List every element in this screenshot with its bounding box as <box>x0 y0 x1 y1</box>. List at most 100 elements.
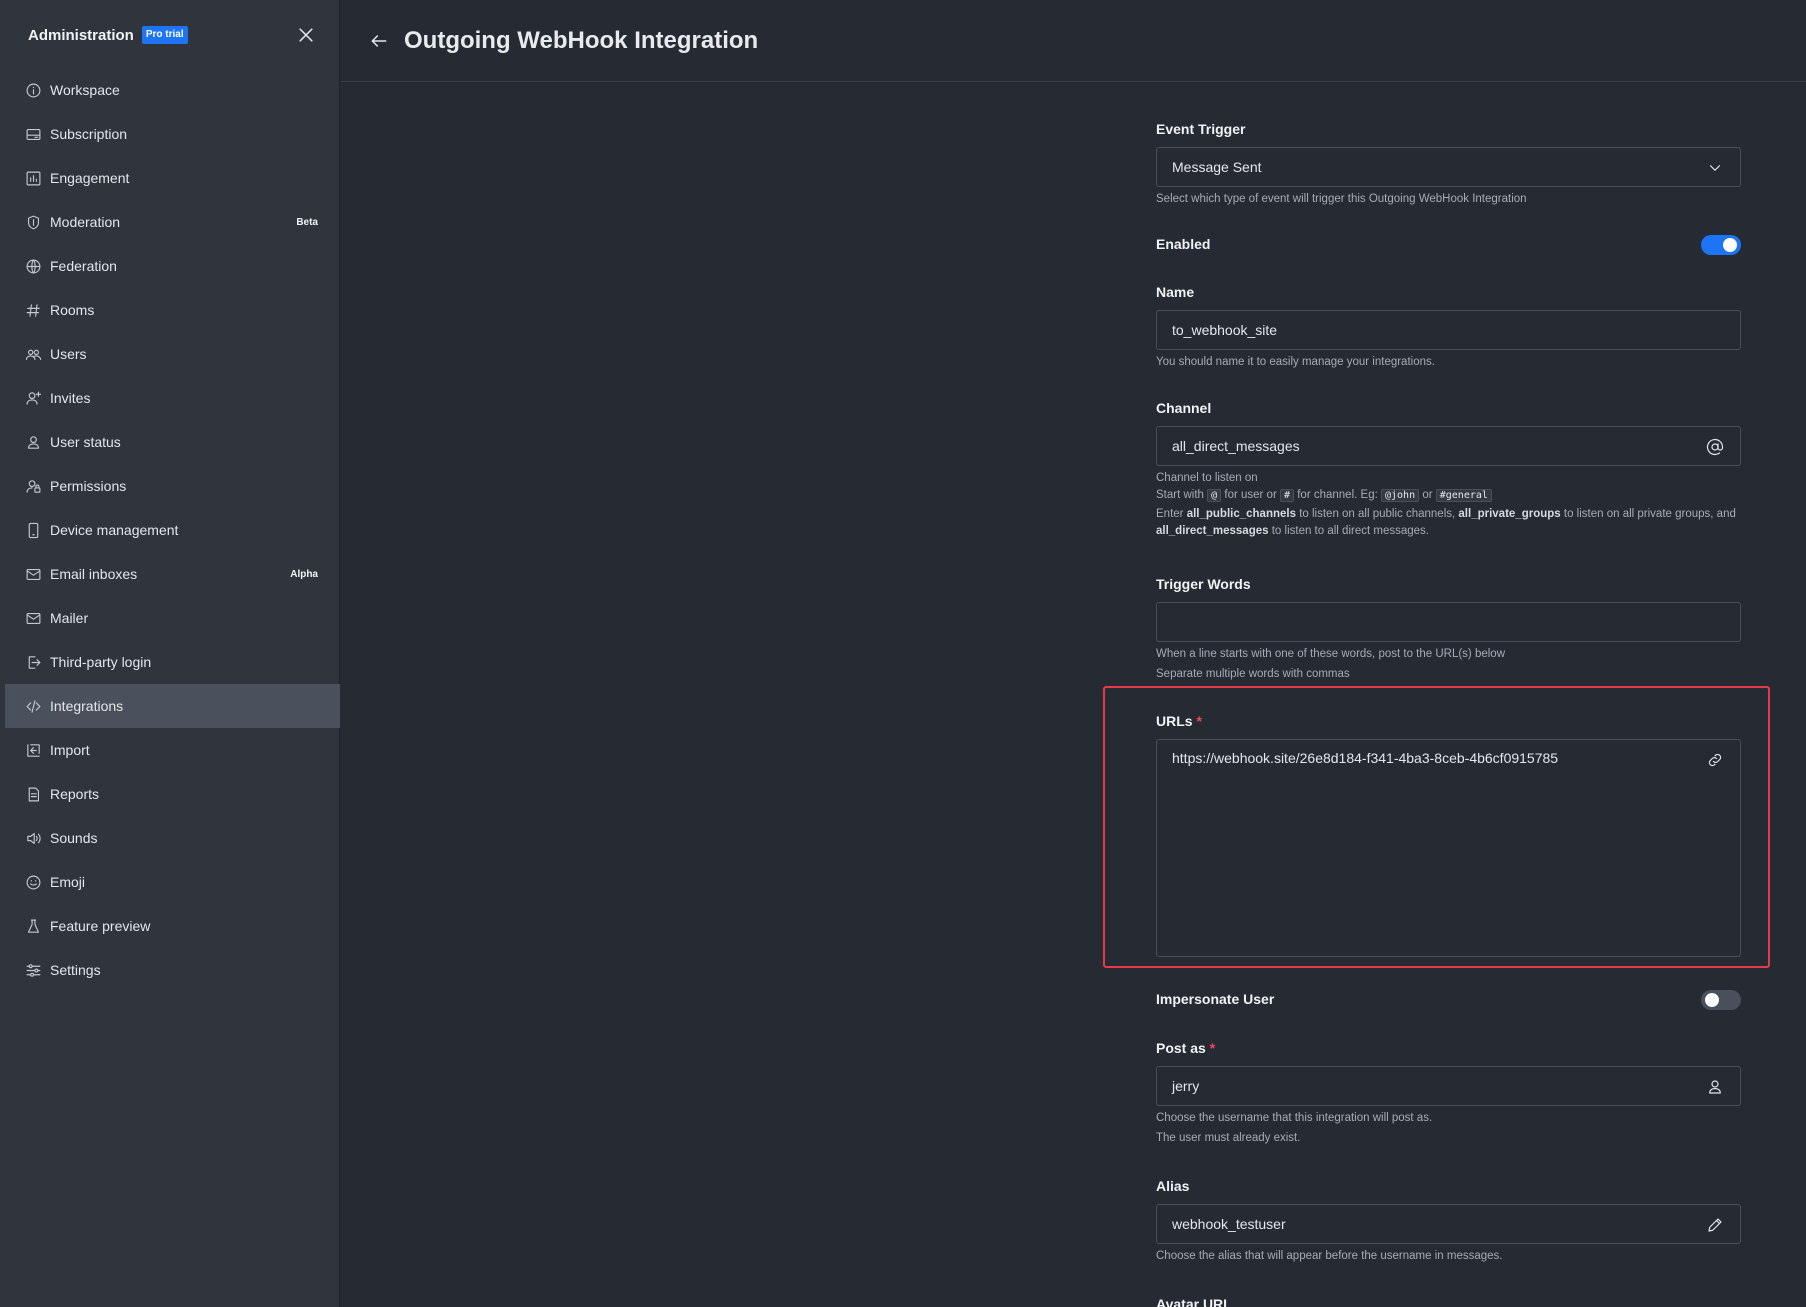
post-as-input[interactable]: jerry <box>1156 1066 1741 1106</box>
close-sidebar-button[interactable] <box>294 23 318 47</box>
link-icon <box>1708 753 1722 767</box>
required-marker: * <box>1196 713 1202 729</box>
channel-input[interactable]: all_direct_messages <box>1156 426 1741 466</box>
alias-label: Alias <box>1156 1178 1190 1194</box>
pro-trial-badge: Pro trial <box>141 26 188 44</box>
channel-hint-3: Enter all_public_channels to listen on a… <box>1156 508 1736 537</box>
enabled-label: Enabled <box>1156 236 1211 252</box>
code-hash: # <box>1280 489 1295 502</box>
sidebar-item-label: Rooms <box>50 302 95 318</box>
sidebar-item-label: Mailer <box>50 610 89 626</box>
sidebar-item-federation[interactable]: Federation <box>5 244 340 288</box>
sidebar-item-label: Workspace <box>50 82 120 98</box>
admin-sidebar: Administration Pro trial Workspace Subsc… <box>0 0 340 1307</box>
at-sign-icon <box>1706 438 1724 456</box>
sidebar-item-label: Settings <box>50 962 101 978</box>
sidebar-item-integrations[interactable]: Integrations <box>5 684 340 728</box>
enabled-row: Enabled <box>1156 235 1741 257</box>
event-trigger-hint: Select which type of event will trigger … <box>1156 193 1527 205</box>
sidebar-item-subscription[interactable]: Subscription <box>5 112 340 156</box>
webhook-form: Event Trigger Message Sent Select which … <box>1156 120 1741 1307</box>
sidebar-item-label: Subscription <box>50 126 128 142</box>
sidebar-item-invites[interactable]: Invites <box>5 376 340 420</box>
sidebar-item-reports[interactable]: Reports <box>5 772 340 816</box>
sidebar-item-users[interactable]: Users <box>5 332 340 376</box>
sliders-icon <box>26 963 40 977</box>
sidebar-item-label: Moderation <box>50 214 121 230</box>
user-lock-icon <box>26 479 40 493</box>
toggle-knob <box>1705 993 1719 1007</box>
user-plus-icon <box>26 391 41 405</box>
avatar-url-label: Avatar URL <box>1156 1296 1232 1307</box>
sidebar-item-engagement[interactable]: Engagement <box>5 156 340 200</box>
code-at: @ <box>1207 489 1222 502</box>
sidebar-item-label: Emoji <box>50 874 86 890</box>
page-header: Outgoing WebHook Integration <box>341 0 1806 82</box>
sidebar-item-feature-preview[interactable]: Feature preview <box>5 904 340 948</box>
alias-input[interactable]: webhook_testuser <box>1156 1204 1741 1244</box>
code-example-user: @john <box>1381 489 1420 502</box>
mail-icon <box>26 612 40 624</box>
sidebar-item-sounds[interactable]: Sounds <box>5 816 340 860</box>
speaker-icon <box>26 832 41 844</box>
sidebar-item-label: User status <box>50 434 121 450</box>
required-marker: * <box>1209 1040 1216 1056</box>
import-icon <box>26 743 40 757</box>
sidebar-item-moderation[interactable]: Moderation Beta <box>5 200 340 244</box>
sidebar-item-device-management[interactable]: Device management <box>5 508 340 552</box>
trigger-words-input[interactable] <box>1156 602 1741 642</box>
impersonate-toggle[interactable] <box>1701 990 1741 1010</box>
sidebar-nav: Workspace Subscription Engagement Modera… <box>5 68 340 992</box>
sidebar-item-user-status[interactable]: User status <box>5 420 340 464</box>
sidebar-item-mailer[interactable]: Mailer <box>5 596 340 640</box>
sidebar-item-permissions[interactable]: Permissions <box>5 464 340 508</box>
back-button[interactable] <box>366 28 392 54</box>
sidebar-item-settings[interactable]: Settings <box>5 948 340 992</box>
beta-tag: Beta <box>296 216 318 228</box>
shield-icon <box>27 215 39 229</box>
team-icon <box>25 349 41 360</box>
event-trigger-value: Message Sent <box>1172 159 1262 175</box>
enabled-toggle[interactable] <box>1701 235 1741 255</box>
sidebar-item-label: Federation <box>50 258 117 274</box>
page-title: Outgoing WebHook Integration <box>404 26 759 54</box>
user-icon <box>1709 1080 1721 1094</box>
arrow-left-icon <box>371 34 387 47</box>
flask-icon <box>27 919 39 933</box>
event-trigger-label: Event Trigger <box>1156 121 1246 137</box>
code-example-channel: #general <box>1435 489 1492 502</box>
sidebar-item-email-inboxes[interactable]: Email inboxes Alpha <box>5 552 340 596</box>
document-icon <box>28 787 39 801</box>
sidebar-item-third-party-login[interactable]: Third-party login <box>5 640 340 684</box>
sidebar-header: Administration Pro trial <box>28 20 318 50</box>
toggle-knob <box>1723 238 1737 252</box>
alpha-tag: Alpha <box>290 568 318 580</box>
post-as-hint-1: Choose the username that this integratio… <box>1156 1112 1433 1124</box>
sidebar-item-label: Device management <box>50 522 179 538</box>
sidebar-item-emoji[interactable]: Emoji <box>5 860 340 904</box>
sidebar-item-label: Engagement <box>50 170 130 186</box>
trigger-words-hint-1: When a line starts with one of these wor… <box>1156 648 1505 660</box>
sidebar-item-rooms[interactable]: Rooms <box>5 288 340 332</box>
sidebar-item-label: Users <box>50 346 87 362</box>
login-icon <box>28 655 40 669</box>
channel-label: Channel <box>1156 400 1212 416</box>
mail-icon <box>26 568 40 580</box>
bar-chart-icon <box>26 171 40 185</box>
sidebar-item-label: Email inboxes <box>50 566 138 582</box>
post-as-label: Post as * <box>1156 1040 1216 1056</box>
post-as-value: jerry <box>1172 1078 1200 1094</box>
sidebar-item-workspace[interactable]: Workspace <box>5 68 340 112</box>
sidebar-item-label: Reports <box>50 786 100 802</box>
impersonate-row: Impersonate User <box>1156 990 1741 1012</box>
globe-icon <box>26 259 40 273</box>
urls-label: URLs * <box>1156 713 1202 729</box>
emoji-icon <box>26 875 40 889</box>
sidebar-title: Administration <box>28 26 134 44</box>
urls-textarea[interactable]: https://webhook.site/26e8d184-f341-4ba3-… <box>1156 739 1741 957</box>
sidebar-item-label: Permissions <box>50 478 127 494</box>
sidebar-item-import[interactable]: Import <box>5 728 340 772</box>
impersonate-label: Impersonate User <box>1156 991 1275 1007</box>
name-input[interactable]: to_webhook_site <box>1156 310 1741 350</box>
event-trigger-select[interactable]: Message Sent <box>1156 147 1741 187</box>
